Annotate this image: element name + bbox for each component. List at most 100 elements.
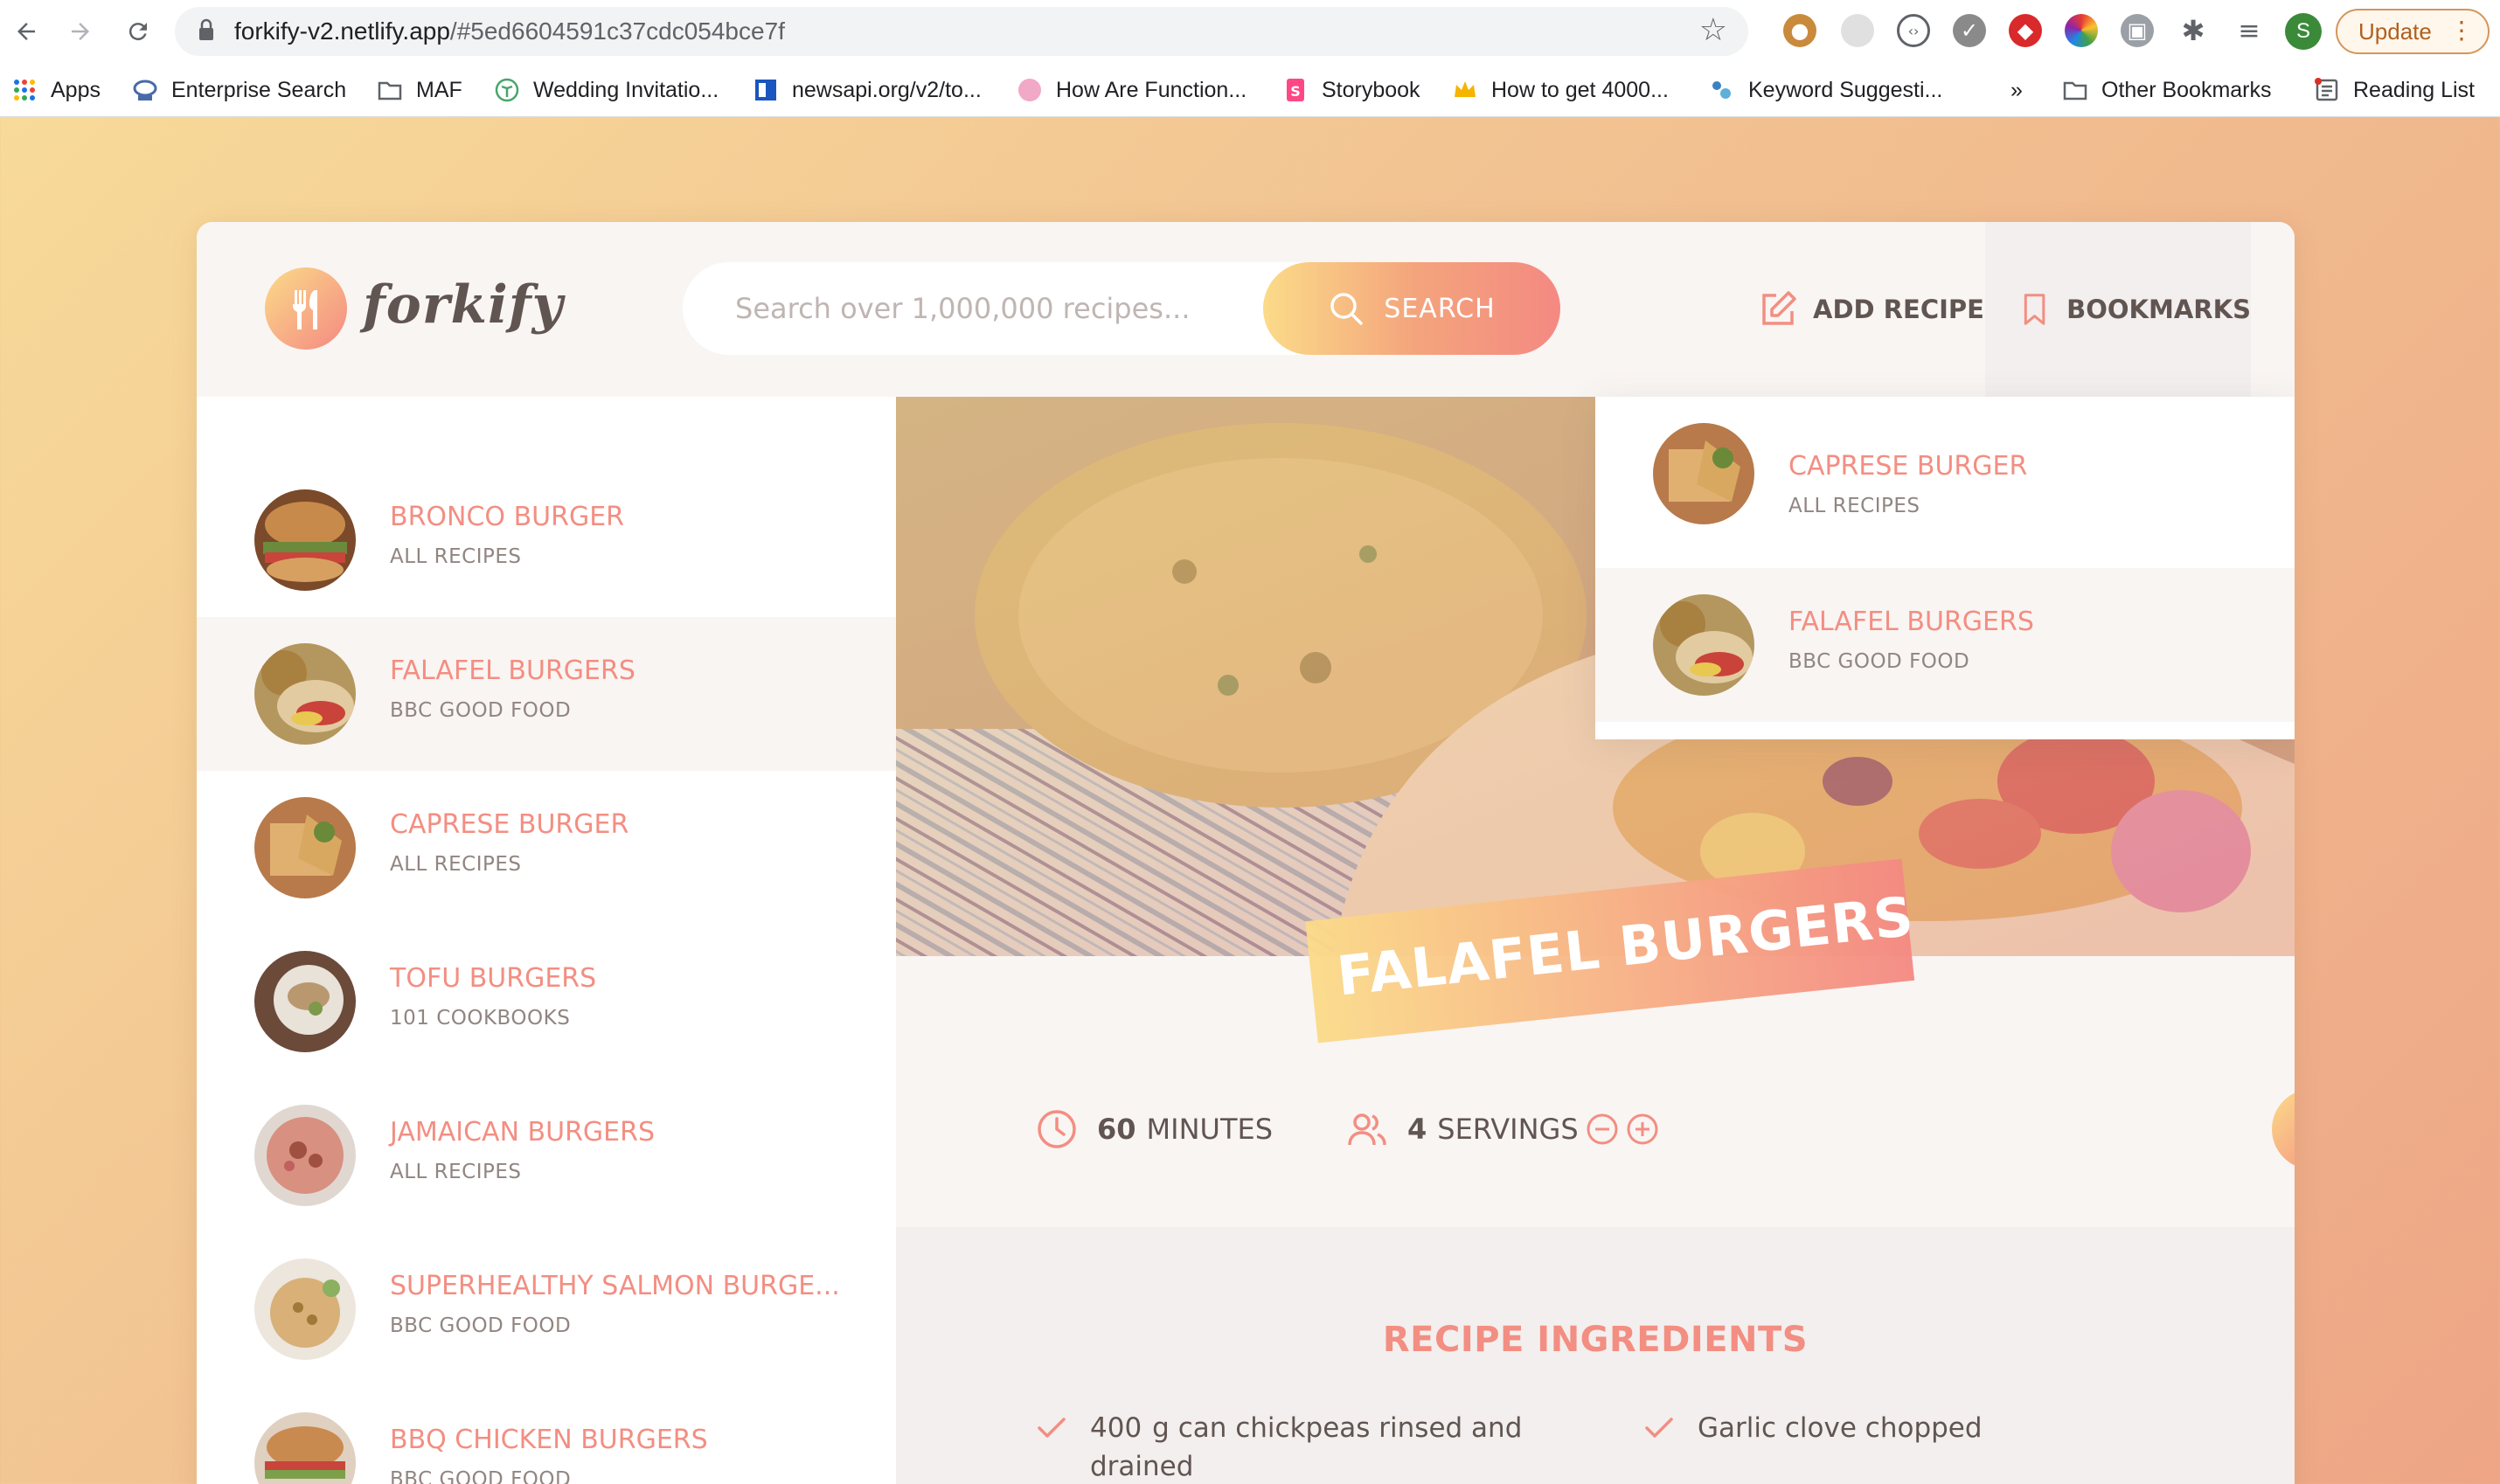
lock-icon — [199, 18, 213, 40]
color-picker-extension-icon[interactable] — [2065, 14, 2098, 47]
logo[interactable]: forkify — [265, 267, 562, 355]
clock-icon — [1038, 1110, 1076, 1148]
recipe-thumbnail — [254, 1412, 356, 1484]
bookmarks-panel: CAPRESE BURGER ALL RECIPES FALAFEL BURGE… — [1595, 397, 2295, 739]
bookmark-recipe-button[interactable] — [2272, 1089, 2295, 1169]
result-publisher: ALL RECIPES — [390, 1161, 522, 1183]
profile-avatar[interactable]: S — [2285, 13, 2322, 50]
result-item-active[interactable]: FALAFEL BURGERS BBC GOOD FOOD — [197, 617, 896, 771]
forward-arrow-icon[interactable] — [59, 10, 101, 52]
bookmark-wedding[interactable]: Wedding Invitatio... — [495, 75, 719, 105]
circle-icon — [1018, 79, 1041, 101]
recipe-ingredients: RECIPE INGREDIENTS 400 g can chickpeas ri… — [896, 1227, 2295, 1484]
shield-extension-icon[interactable]: ◆ — [2009, 14, 2042, 47]
address-bar[interactable]: forkify-v2.netlify.app/#5ed6604591c37cdc… — [175, 7, 1748, 56]
add-recipe-button[interactable]: ADD RECIPE — [1757, 222, 1984, 397]
bookmark-publisher: ALL RECIPES — [1788, 495, 1920, 517]
folder-icon — [378, 81, 402, 101]
puzzle-extensions-icon[interactable]: ✱ — [2177, 14, 2210, 47]
bookmark-apps[interactable]: Apps — [12, 75, 101, 105]
check-extension-icon[interactable]: ✓ — [1953, 14, 1986, 47]
bookmarks-overflow[interactable]: » — [2010, 75, 2023, 105]
bookmark-other[interactable]: Other Bookmarks — [2063, 75, 2272, 105]
ingredient-text: Garlic clove chopped — [1698, 1412, 1983, 1444]
menu-dots-icon: ⋮ — [2449, 17, 2474, 44]
app-header: forkify SEARCH ADD RECIPE BOOKMARKS — [197, 222, 2295, 397]
reload-icon[interactable] — [117, 10, 159, 52]
result-item[interactable]: BBQ CHICKEN BURGERS BBC GOOD FOOD — [197, 1386, 896, 1484]
result-publisher: BBC GOOD FOOD — [390, 1314, 572, 1337]
browser-toolbar: forkify-v2.netlify.app/#5ed6604591c37cdc… — [0, 0, 2500, 63]
bookmark-storybook[interactable]: S Storybook — [1283, 75, 1420, 105]
code-extension-icon[interactable]: ‹› — [1897, 14, 1930, 47]
media-queue-icon[interactable]: ≡ — [2233, 14, 2266, 47]
bookmark-item-active[interactable]: FALAFEL BURGERS BBC GOOD FOOD — [1595, 568, 2295, 722]
recipe-details: 60 MINUTES 4 SERVINGS — [896, 956, 2295, 1227]
back-arrow-icon[interactable] — [5, 10, 47, 52]
folder-icon — [2063, 81, 2087, 101]
bookmark-label: How Are Function... — [1056, 77, 1247, 102]
forkify-app: forkify SEARCH ADD RECIPE BOOKMARKS BRON… — [197, 222, 2295, 1484]
result-item[interactable]: TOFU BURGERS 101 COOKBOOKS — [197, 925, 896, 1078]
bookmark-item[interactable]: CAPRESE BURGER ALL RECIPES — [1595, 397, 2295, 551]
bookmark-label: MAF — [416, 77, 462, 102]
bookmark-label: Reading List — [2353, 77, 2475, 102]
result-title: TOFU BURGERS — [390, 963, 597, 994]
result-publisher: 101 COOKBOOKS — [390, 1007, 571, 1030]
search-input[interactable] — [683, 262, 1277, 355]
bookmark-functions[interactable]: How Are Function... — [1017, 75, 1247, 105]
servings-unit: SERVINGS — [1437, 1113, 1579, 1146]
bookmark-star-icon[interactable]: ☆ — [1699, 12, 1727, 48]
reading-list-icon — [2315, 78, 2338, 101]
cookie-extension-icon[interactable]: ● — [1783, 14, 1816, 47]
recipe-thumbnail — [254, 1259, 356, 1360]
bookmark-icon — [2024, 294, 2045, 325]
recipe-thumbnail — [1653, 594, 1754, 696]
result-title: JAMAICAN BURGERS — [390, 1117, 656, 1148]
edit-icon — [1762, 291, 1796, 325]
result-item[interactable]: SUPERHEALTHY SALMON BURGE... BBC GOOD FO… — [197, 1232, 896, 1386]
bookmark-label: Wedding Invitatio... — [533, 77, 719, 102]
result-title: CAPRESE BURGER — [390, 809, 629, 840]
result-publisher: ALL RECIPES — [390, 545, 522, 568]
bookmark-publisher: BBC GOOD FOOD — [1788, 650, 1970, 673]
result-title: SUPERHEALTHY SALMON BURGE... — [390, 1271, 840, 1301]
update-button[interactable]: Update ⋮ — [2336, 9, 2490, 54]
bookmark-enterprise-search[interactable]: Enterprise Search — [133, 75, 346, 105]
result-title: FALAFEL BURGERS — [390, 655, 635, 686]
result-title: BBQ CHICKEN BURGERS — [390, 1425, 708, 1455]
cooking-time-unit: MINUTES — [1146, 1113, 1274, 1146]
palm-icon — [495, 78, 519, 102]
reading-list[interactable]: Reading List — [2315, 75, 2475, 105]
users-icon — [1348, 1113, 1386, 1146]
bookmark-4000[interactable]: How to get 4000... — [1453, 75, 1669, 105]
check-icon — [1645, 1418, 1673, 1438]
bookmark-label: Apps — [51, 77, 101, 102]
bookmark-title: FALAFEL BURGERS — [1788, 607, 2034, 637]
bookmarks-label: BOOKMARKS — [2066, 295, 2251, 324]
bookmark-keyword[interactable]: Keyword Suggesti... — [1710, 75, 1942, 105]
extension-grid-icon[interactable] — [1841, 14, 1874, 47]
camera-extension-icon[interactable]: ▣ — [2121, 14, 2154, 47]
ingredient-text: g can chickpeas rinsed and drained — [1090, 1412, 1523, 1482]
bookmark-newsapi[interactable]: newsapi.org/v2/to... — [753, 75, 982, 105]
cooking-time: 60 MINUTES — [1036, 1105, 1273, 1154]
apps-grid-icon — [14, 80, 35, 101]
recipe-thumbnail — [254, 489, 356, 591]
result-item[interactable]: CAPRESE BURGER ALL RECIPES — [197, 771, 896, 925]
result-item[interactable]: JAMAICAN BURGERS ALL RECIPES — [197, 1078, 896, 1232]
logo-text: forkify — [363, 274, 564, 336]
search-button[interactable]: SEARCH — [1263, 262, 1560, 355]
increase-servings-icon[interactable] — [1626, 1113, 1659, 1146]
result-item[interactable]: BRONCO BURGER ALL RECIPES — [197, 463, 896, 617]
servings-value: 4 — [1407, 1113, 1427, 1146]
bookmark-title: CAPRESE BURGER — [1788, 451, 2028, 482]
recipe-thumbnail — [1653, 423, 1754, 524]
overflow-icon: » — [2010, 77, 2023, 102]
bookmarks-button[interactable]: BOOKMARKS — [1985, 222, 2251, 397]
bookmark-maf[interactable]: MAF — [378, 75, 462, 105]
result-publisher: BBC GOOD FOOD — [390, 699, 572, 722]
fork-knife-logo-icon — [265, 267, 347, 350]
cooking-time-value: 60 — [1097, 1113, 1136, 1146]
decrease-servings-icon[interactable] — [1586, 1113, 1619, 1146]
